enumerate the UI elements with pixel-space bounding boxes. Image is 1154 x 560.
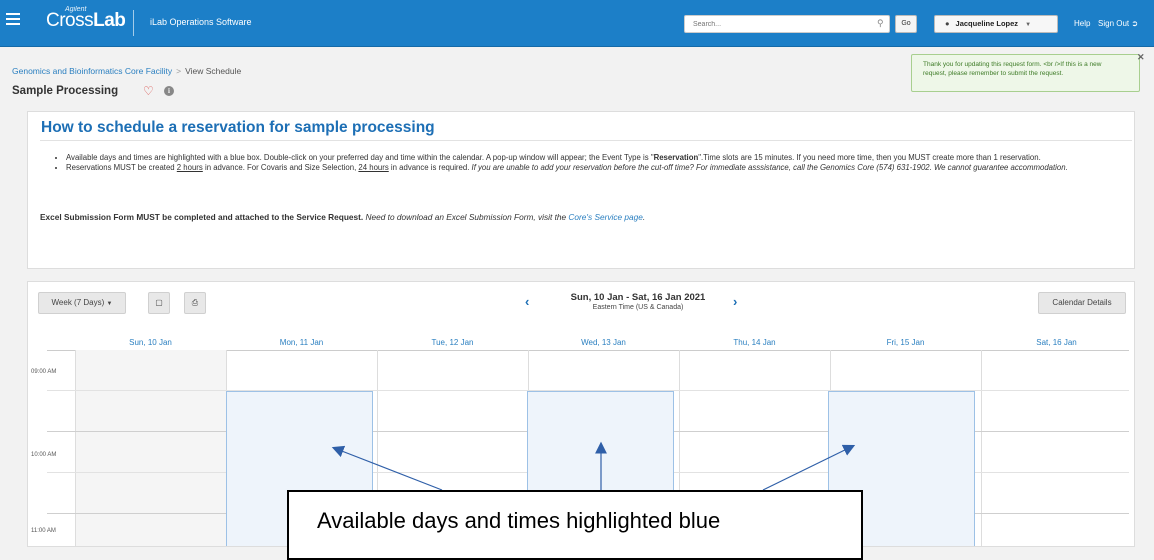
app-name: iLab Operations Software — [150, 17, 252, 27]
user-icon: ● — [945, 19, 950, 28]
sign-out-icon: ➲ — [1131, 19, 1139, 28]
top-navigation-bar: Agilent CrossLab iLab Operations Softwar… — [0, 0, 1154, 47]
heading-divider — [40, 140, 1132, 141]
go-button[interactable]: Go — [895, 15, 917, 33]
day-header: Sun, 10 Jan — [129, 338, 172, 347]
day-header: Wed, 13 Jan — [581, 338, 626, 347]
day-header: Fri, 15 Jan — [886, 338, 925, 347]
favorite-heart-icon[interactable]: ♡ — [143, 84, 154, 98]
week-view-dropdown[interactable]: Week (7 Days) ▼ — [38, 292, 126, 314]
instructions-list: Available days and times are highlighted… — [52, 153, 1144, 173]
breadcrumb-separator: > — [176, 66, 182, 76]
instructions-panel: How to schedule a reservation for sample… — [27, 111, 1135, 269]
date-range: Sun, 10 Jan - Sat, 16 Jan 2021 — [570, 292, 706, 303]
page-title: Sample Processing — [12, 85, 119, 97]
day-column-sun[interactable] — [75, 350, 226, 546]
menu-icon[interactable] — [6, 13, 20, 27]
instructions-heading: How to schedule a reservation for sample… — [41, 119, 435, 136]
success-notice: Thank you for updating this request form… — [911, 54, 1140, 92]
time-label: 10:00 AM — [31, 452, 57, 458]
brand-cross: Cross — [46, 10, 94, 31]
search-input[interactable] — [684, 15, 890, 33]
calendar-details-button[interactable]: Calendar Details — [1038, 292, 1126, 314]
day-header: Mon, 11 Jan — [279, 338, 324, 347]
list-item: Reservations MUST be created 2 hours in … — [66, 163, 1144, 173]
day-column-sat[interactable] — [981, 350, 1132, 546]
previous-week-icon[interactable]: ‹ — [525, 294, 529, 309]
time-label: 09:00 AM — [31, 369, 57, 375]
close-icon[interactable]: ✕ — [1137, 52, 1145, 63]
next-week-icon[interactable]: › — [733, 294, 737, 309]
core-service-page-link[interactable]: Core's Service page — [568, 212, 642, 222]
user-name: Jacqueline Lopez — [955, 19, 1019, 28]
chevron-down-icon: ▼ — [1025, 22, 1032, 28]
day-header: Sat, 16 Jan — [1036, 338, 1077, 347]
info-icon[interactable]: i — [164, 86, 174, 96]
annotation-callout: Available days and times highlighted blu… — [287, 490, 863, 560]
day-header: Thu, 14 Jan — [733, 338, 776, 347]
breadcrumb-current: View Schedule — [185, 66, 242, 76]
day-header: Tue, 12 Jan — [431, 338, 474, 347]
sign-out-link[interactable]: Sign Out ➲ — [1098, 19, 1138, 28]
calendar-icon[interactable]: ▢ — [148, 292, 170, 314]
breadcrumb: Genomics and Bioinformatics Core Facilit… — [12, 66, 241, 76]
brand-agilent: Agilent — [65, 6, 87, 13]
time-label: 11:00 AM — [31, 528, 56, 534]
user-menu-button[interactable]: ● Jacqueline Lopez ▼ — [934, 15, 1058, 33]
breadcrumb-facility-link[interactable]: Genomics and Bioinformatics Core Facilit… — [12, 66, 172, 76]
help-link[interactable]: Help — [1074, 19, 1090, 28]
brand-lab: Lab — [93, 10, 126, 31]
timezone-label: Eastern Time (US & Canada) — [592, 304, 684, 311]
excel-form-note: Excel Submission Form MUST be completed … — [40, 212, 646, 222]
chevron-down-icon: ▼ — [106, 301, 113, 307]
print-icon[interactable]: ⎙ — [184, 292, 206, 314]
week-view-label: Week (7 Days) — [51, 298, 105, 307]
crosslab-logo[interactable]: Agilent CrossLab — [46, 6, 126, 32]
list-item: Available days and times are highlighted… — [66, 153, 1144, 163]
sign-out-label: Sign Out — [1098, 19, 1130, 28]
header-divider — [133, 10, 134, 36]
search-icon[interactable]: ⚲ — [877, 18, 884, 29]
